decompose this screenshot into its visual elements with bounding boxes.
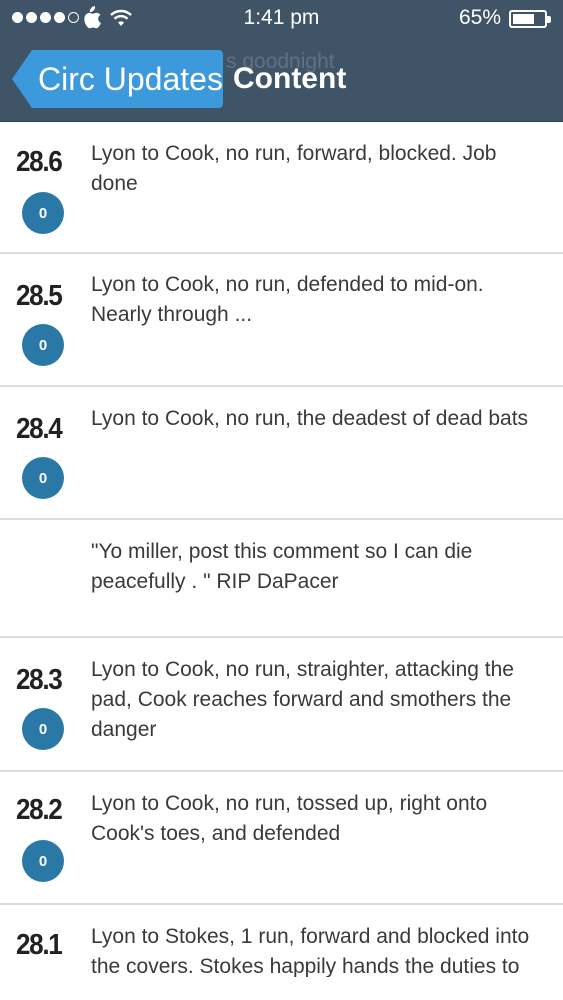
commentary-text: Lyon to Cook, no run, forward, blocked. …: [91, 142, 497, 195]
over-number: 28.1: [16, 929, 63, 961]
commentary-text: Lyon to Cook, no run, the deadest of dea…: [91, 407, 529, 430]
commentary-text: Lyon to Cook, no run, tossed up, right o…: [91, 792, 488, 845]
commentary-text: Lyon to Stokes, 1 run, forward and block…: [91, 925, 530, 977]
back-button[interactable]: Circ Updates: [12, 50, 223, 108]
over-number: 28.6: [16, 146, 63, 178]
comment-text: "Yo miller, post this comment so I can d…: [91, 540, 473, 593]
back-button-label: Circ Updates: [38, 60, 223, 97]
feed-item[interactable]: 28.5 0 Lyon to Cook, no run, defended to…: [0, 254, 563, 387]
over-number: 28.3: [16, 664, 63, 696]
runs-badge: 0: [22, 324, 64, 366]
runs-badge: 0: [22, 708, 64, 750]
feed-item[interactable]: 28.4 0 Lyon to Cook, no run, the deadest…: [0, 387, 563, 520]
page-title: Content: [233, 62, 347, 95]
commentary-feed[interactable]: 28.6 0 Lyon to Cook, no run, forward, bl…: [0, 122, 563, 1000]
runs-badge: 0: [22, 457, 64, 499]
commentary-text: Lyon to Cook, no run, straighter, attack…: [91, 658, 514, 741]
navigation-bar: s goodnight Circ Updates Content: [0, 38, 563, 122]
battery-icon: [509, 10, 551, 28]
status-bar: 1:41 pm 65%: [0, 0, 563, 38]
feed-item[interactable]: 28.6 0 Lyon to Cook, no run, forward, bl…: [0, 122, 563, 254]
top-bar: 1:41 pm 65% s goodnight Circ Updates Con…: [0, 0, 563, 122]
runs-badge: 0: [22, 840, 64, 882]
feed-item[interactable]: "Yo miller, post this comment so I can d…: [0, 520, 563, 638]
feed-item[interactable]: 28.3 0 Lyon to Cook, no run, straighter,…: [0, 638, 563, 772]
over-number: 28.5: [16, 280, 63, 312]
over-number: 28.4: [16, 413, 63, 445]
feed-item[interactable]: 28.2 0 Lyon to Cook, no run, tossed up, …: [0, 772, 563, 905]
runs-badge: 0: [22, 192, 64, 234]
battery-percent: 65%: [459, 6, 502, 29]
commentary-text: Lyon to Cook, no run, defended to mid-on…: [91, 273, 484, 326]
feed-item[interactable]: 28.1 Lyon to Stokes, 1 run, forward and …: [0, 905, 563, 1000]
over-number: 28.2: [16, 794, 63, 826]
